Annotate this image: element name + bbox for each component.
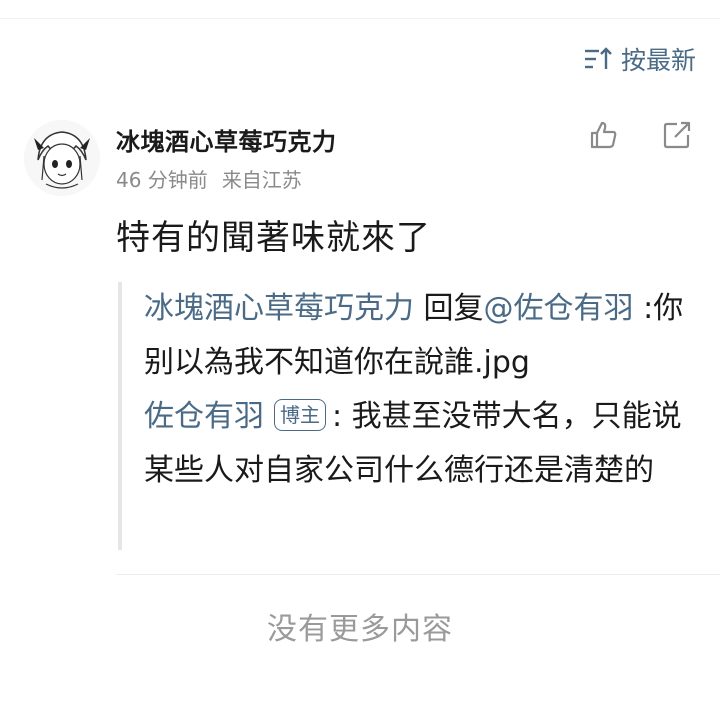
avatar[interactable]	[24, 120, 100, 196]
quote-user-link[interactable]: 冰塊酒心草莓巧克力	[144, 291, 414, 326]
reply-word: 回复	[423, 291, 484, 326]
comment-time: 46 分钟前	[116, 168, 208, 192]
top-divider	[0, 18, 720, 19]
share-icon[interactable]	[662, 120, 692, 150]
sort-lines-icon	[583, 46, 613, 72]
comment-username[interactable]: 冰塊酒心草莓巧克力	[116, 122, 337, 157]
sort-toggle-button[interactable]: 按最新	[583, 42, 696, 76]
author-user-link[interactable]: 佐仓有羽	[144, 399, 264, 434]
anime-avatar-image	[24, 120, 100, 196]
no-more-content-label: 没有更多内容	[267, 612, 453, 647]
bottom-divider	[116, 574, 720, 575]
comment-location: 来自江苏	[221, 168, 302, 192]
comment-text: 特有的聞著味就來了	[116, 218, 431, 258]
comment-meta: 46 分钟前 来自江苏	[116, 164, 302, 193]
thumb-up-icon[interactable]	[588, 120, 618, 150]
mention-link[interactable]: @佐仓有羽	[484, 291, 634, 326]
comment-actions	[588, 120, 692, 150]
blogger-badge: 博主	[274, 399, 326, 431]
sort-label: 按最新	[620, 46, 696, 75]
quoted-replies: 冰塊酒心草莓巧克力 回复@佐仓有羽 :你别以為我不知道你在說誰.jpg 佐仓有羽…	[118, 282, 690, 550]
